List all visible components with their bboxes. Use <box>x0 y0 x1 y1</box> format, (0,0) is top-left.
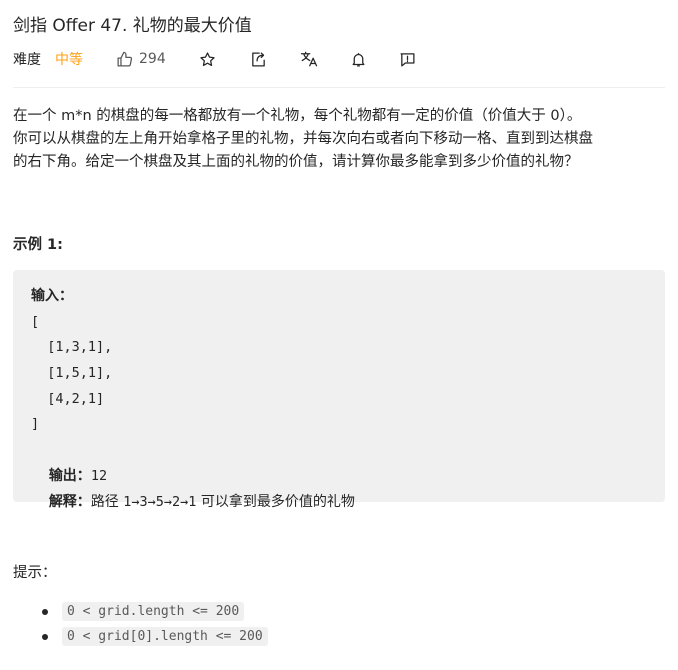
difficulty-label: 难度 <box>13 52 41 68</box>
explain-text: 可以拿到最多价值的礼物 <box>196 493 355 510</box>
problem-description: 在一个 m*n 的棋盘的每一格都放有一个礼物，每个礼物都有一定的价值（价值大于 … <box>13 105 668 174</box>
feedback-button[interactable] <box>398 49 418 69</box>
input-line: [4,2,1] <box>31 390 105 407</box>
bell-icon <box>352 52 365 67</box>
constraint-code: 0 < grid.length <= 200 <box>62 602 245 621</box>
explain-label: 解释： <box>48 493 91 510</box>
problem-title: 剑指 Offer 47. 礼物的最大价值 <box>13 16 252 36</box>
input-line: [1,3,1], <box>31 339 113 356</box>
translate-button[interactable] <box>299 49 319 69</box>
like-button[interactable]: 294 <box>116 51 166 68</box>
example-block: 输入： [ [1,3,1], [1,5,1], [4,2,1] ] 输出：12 … <box>13 270 665 510</box>
problem-meta-bar: 难度 中等 294 <box>13 47 418 71</box>
input-label: 输入： <box>31 288 73 304</box>
bullet-dot <box>42 633 48 640</box>
thumbs-up-icon <box>117 51 133 67</box>
share-button[interactable] <box>249 49 269 69</box>
star-icon <box>200 51 215 66</box>
input-line: ] <box>31 416 40 433</box>
description-line: 的右下角。给定一个棋盘及其上面的礼物的价值，请计算你最多能拿到多少价值的礼物？ <box>13 154 579 170</box>
constraint-item: 0 < grid.length <= 200 <box>40 599 268 624</box>
input-line: [1,5,1], <box>31 365 113 382</box>
explain-path-value: 1→3→5→2→1 <box>123 493 197 510</box>
output-value: 12 <box>90 467 108 484</box>
description-line: 在一个 m*n 的棋盘的每一格都放有一个礼物，每个礼物都有一定的价值（价值大于 … <box>13 108 582 124</box>
input-line: [ <box>31 313 40 330</box>
constraint-item: 0 < grid[0].length <= 200 <box>40 624 268 649</box>
favorite-button[interactable] <box>198 49 218 69</box>
like-count: 294 <box>139 51 166 67</box>
share-icon <box>252 51 266 67</box>
difficulty-badge: 中等 <box>55 52 83 68</box>
example-title: 示例 1: <box>13 237 63 253</box>
header-divider <box>13 87 665 88</box>
bullet-dot <box>42 608 48 615</box>
constraints-list: 0 < grid.length <= 200 0 < grid[0].lengt… <box>40 599 268 649</box>
hints-title: 提示： <box>13 565 57 581</box>
translate-icon <box>300 51 317 67</box>
feedback-icon <box>400 52 415 67</box>
description-line: 你可以从棋盘的左上角开始拿格子里的礼物，并每次向右或者向下移动一格、直到到达棋盘 <box>13 131 593 147</box>
subscribe-button[interactable] <box>349 49 369 69</box>
constraint-code: 0 < grid[0].length <= 200 <box>62 627 268 646</box>
output-label: 输出： <box>48 467 91 484</box>
explain-path-text: 路径 <box>90 493 124 510</box>
